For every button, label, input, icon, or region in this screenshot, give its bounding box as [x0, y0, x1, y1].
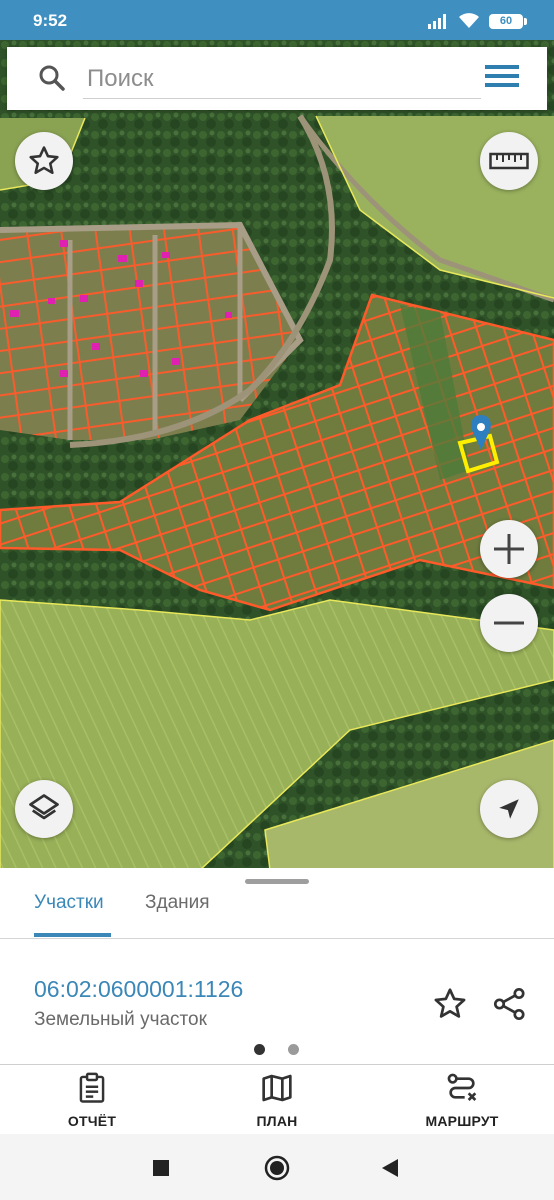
zoom-in-button[interactable] [480, 520, 538, 578]
plan-label: ПЛАН [256, 1113, 298, 1129]
back-icon[interactable] [380, 1158, 400, 1178]
plus-icon [494, 534, 524, 564]
search-input[interactable] [83, 59, 481, 99]
search-icon[interactable] [38, 64, 66, 92]
actions-divider [0, 1064, 554, 1065]
ruler-icon [489, 152, 529, 170]
screen: 9:52 60 Поиск Участки Здания 06:02:06000… [0, 0, 554, 1200]
sheet-drag-handle[interactable] [245, 879, 309, 884]
ruler-button[interactable] [480, 132, 538, 190]
favorites-button[interactable] [15, 132, 73, 190]
active-tab-indicator [34, 933, 111, 937]
route-icon [447, 1073, 477, 1101]
battery-indicator: 60 [489, 14, 527, 29]
bottom-sheet: Участки Здания 06:02:0600001:1126 Земель… [0, 868, 554, 1134]
layers-icon [29, 794, 59, 820]
recent-apps-icon[interactable] [152, 1159, 170, 1177]
tabs-divider [0, 938, 554, 939]
system-navigation-bar [0, 1134, 554, 1200]
pager-dot-active [254, 1044, 265, 1055]
my-location-button[interactable] [480, 780, 538, 838]
share-icon[interactable] [492, 986, 528, 1022]
route-label: МАРШРУТ [425, 1113, 499, 1129]
cadastral-number-link[interactable]: 06:02:0600001:1126 [34, 976, 243, 1003]
map-icon [262, 1074, 292, 1102]
home-icon[interactable] [264, 1155, 290, 1181]
zoom-out-button[interactable] [480, 594, 538, 652]
star-icon[interactable] [432, 986, 468, 1022]
hamburger-menu-icon[interactable] [485, 65, 521, 91]
wifi-icon [459, 13, 479, 28]
clipboard-icon [79, 1072, 105, 1103]
tab-buildings[interactable]: Здания [145, 892, 210, 914]
navigation-arrow-icon [499, 799, 519, 819]
report-label: ОТЧЁТ [67, 1113, 117, 1129]
status-bar: 9:52 60 [0, 0, 554, 40]
star-icon [29, 146, 59, 175]
plan-button[interactable]: ПЛАН [217, 1072, 337, 1129]
tab-parcels[interactable]: Участки [34, 892, 104, 914]
route-button[interactable]: МАРШРУТ [402, 1072, 522, 1129]
signal-icon [428, 14, 446, 29]
report-button[interactable]: ОТЧЁТ [32, 1072, 152, 1129]
search-bar [7, 47, 547, 110]
parcel-type: Земельный участок [34, 1009, 207, 1030]
status-time: 9:52 [33, 11, 68, 30]
satellite-map[interactable] [0, 40, 554, 870]
layers-button[interactable] [15, 780, 73, 838]
minus-icon [494, 621, 524, 625]
pager-dot [288, 1044, 299, 1055]
